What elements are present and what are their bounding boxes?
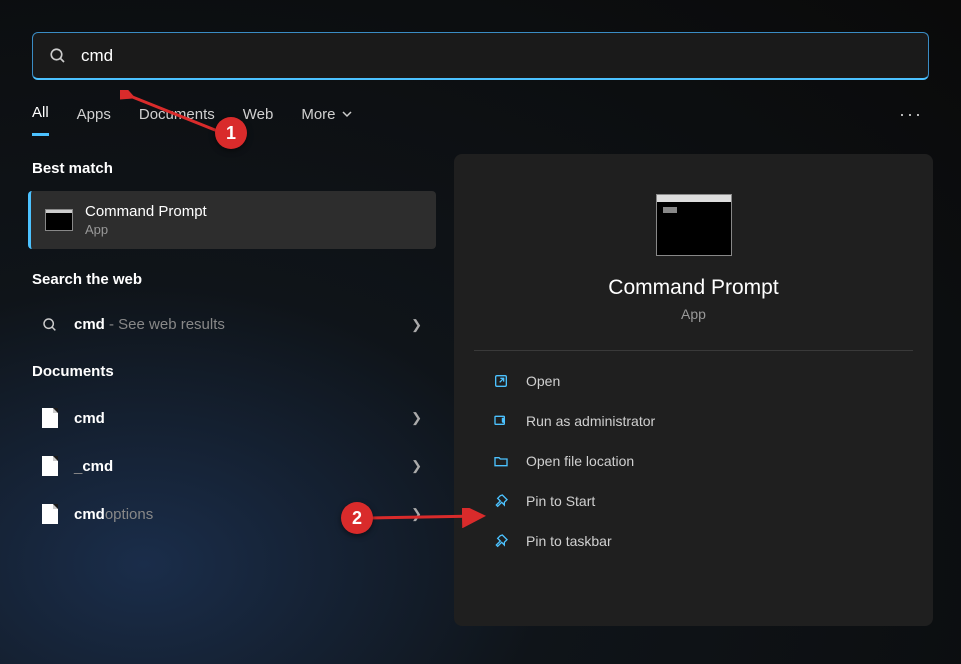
document-icon [40,456,60,476]
document-icon [40,408,60,428]
pin-icon [492,532,510,550]
action-label: Open file location [526,453,634,469]
tab-web[interactable]: Web [243,106,274,135]
tab-apps[interactable]: Apps [77,106,111,135]
open-action[interactable]: Open [484,361,903,401]
best-match-heading: Best match [32,160,440,177]
action-list: Open Run as administrator Open file loca… [474,361,913,561]
best-match-title: Command Prompt [85,203,207,220]
document-result-item[interactable]: cmd ❯ [32,394,436,442]
search-box[interactable] [32,32,929,80]
command-prompt-icon-large [656,194,732,256]
shield-icon [492,412,510,430]
pin-to-taskbar-action[interactable]: Pin to taskbar [484,521,903,561]
document-result-item[interactable]: _cmd ❯ [32,442,436,490]
folder-icon [492,452,510,470]
chevron-down-icon [342,109,352,119]
best-match-subtitle: App [85,222,207,237]
tab-more-label: More [301,106,335,123]
action-label: Run as administrator [526,413,655,429]
chevron-right-icon: ❯ [411,458,422,474]
divider [474,350,913,351]
document-result-text: _cmd [74,458,113,475]
run-as-admin-action[interactable]: Run as administrator [484,401,903,441]
tab-all[interactable]: All [32,104,49,136]
chevron-right-icon: ❯ [411,410,422,426]
results-panel: Best match Command Prompt App Search the… [0,154,440,626]
annotation-callout-2: 2 [341,502,373,534]
action-label: Pin to taskbar [526,533,612,549]
document-result-item[interactable]: cmdoptions ❯ [32,490,436,538]
documents-heading: Documents [32,363,440,380]
web-result-item[interactable]: cmd - See web results ❯ [32,302,436,347]
tab-documents[interactable]: Documents [139,106,215,135]
filter-tabs: All Apps Documents Web More ··· [32,104,929,136]
web-heading: Search the web [32,271,440,288]
web-result-text: cmd - See web results [74,316,225,333]
document-icon [40,504,60,524]
open-icon [492,372,510,390]
detail-subtitle: App [681,306,706,322]
open-file-location-action[interactable]: Open file location [484,441,903,481]
chevron-right-icon: ❯ [411,506,422,522]
action-label: Open [526,373,560,389]
pin-to-start-action[interactable]: Pin to Start [484,481,903,521]
pin-icon [492,492,510,510]
annotation-callout-1: 1 [215,117,247,149]
search-icon [49,47,67,65]
best-match-result[interactable]: Command Prompt App [28,191,436,249]
detail-title: Command Prompt [608,276,778,300]
action-label: Pin to Start [526,493,595,509]
content-area: Best match Command Prompt App Search the… [0,154,961,626]
search-icon [40,317,60,333]
search-input[interactable] [81,46,912,66]
command-prompt-icon [45,209,73,231]
chevron-right-icon: ❯ [411,317,422,333]
document-result-text: cmd [74,410,105,427]
detail-panel: Command Prompt App Open Run as administr… [454,154,933,626]
search-container [32,32,929,80]
document-result-text: cmdoptions [74,506,153,523]
tab-more[interactable]: More [301,106,351,135]
more-options-button[interactable]: ··· [899,104,923,125]
best-match-text: Command Prompt App [85,203,207,237]
